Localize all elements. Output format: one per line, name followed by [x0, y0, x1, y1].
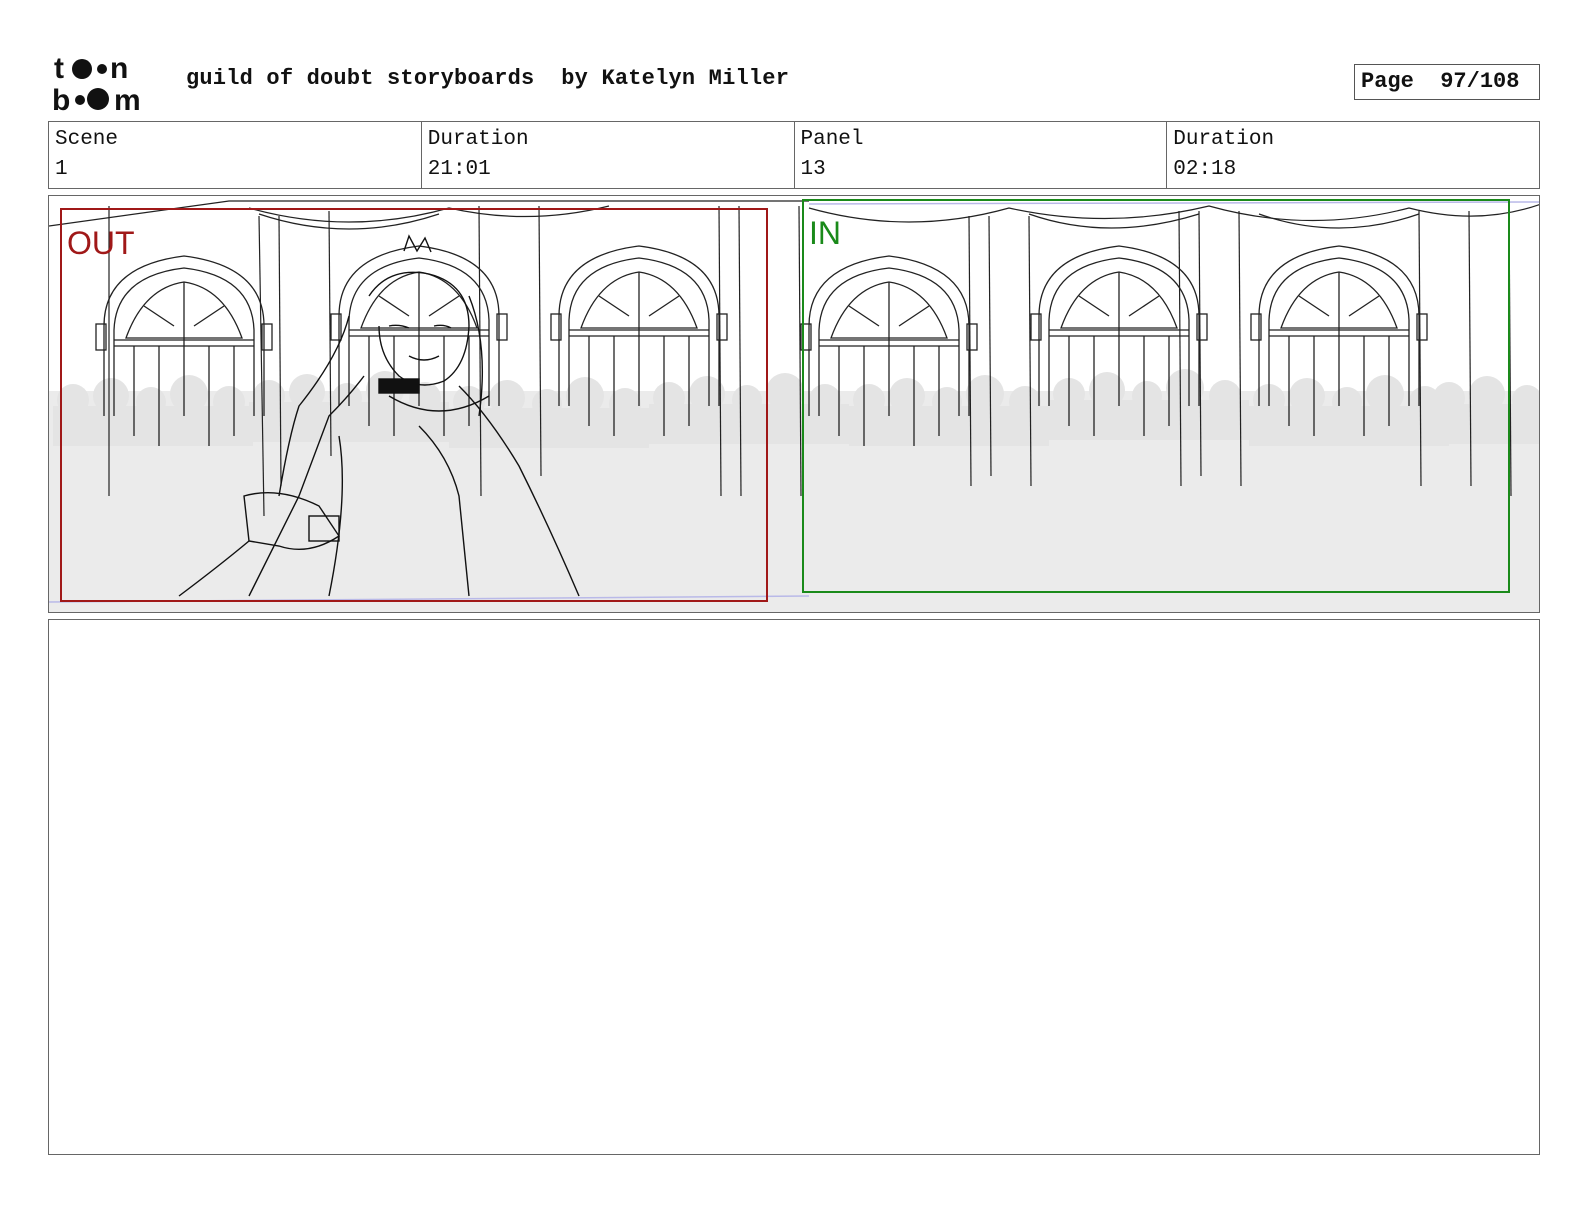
- panel-notes-box: [48, 619, 1540, 1155]
- scene-value: 1: [55, 158, 68, 181]
- scene-duration-label: Duration: [427, 128, 529, 151]
- svg-text:m: m: [114, 84, 141, 114]
- svg-text:n: n: [110, 52, 128, 85]
- svg-text:t: t: [54, 52, 64, 85]
- panel-value: 13: [800, 158, 826, 181]
- scene-duration-value: 21:01: [427, 158, 491, 181]
- document-title: guild of doubt storyboards by Katelyn Mi…: [186, 66, 790, 91]
- in-frame-label: IN: [809, 215, 841, 251]
- scene-info-table: Scene 1 Duration 21:01 Panel 13 Duration…: [48, 121, 1540, 189]
- scene-cell: Scene 1: [49, 122, 421, 188]
- svg-text:b: b: [52, 84, 70, 114]
- out-frame-label: OUT: [67, 225, 135, 261]
- panel-duration-label: Duration: [1173, 128, 1275, 151]
- panel-sketch: OUT IN: [49, 199, 1539, 612]
- panel-cell: Panel 13: [793, 122, 1167, 188]
- page-number: Page 97/108: [1354, 64, 1540, 100]
- scene-label: Scene: [55, 128, 119, 151]
- panel-label: Panel: [800, 128, 864, 151]
- panel-duration-cell: Duration 02:18: [1166, 122, 1539, 188]
- panel-duration-value: 02:18: [1173, 158, 1237, 181]
- scene-duration-cell: Duration 21:01: [420, 122, 794, 188]
- toonboom-logo: t n b m: [52, 52, 141, 114]
- storyboard-panel: OUT IN: [48, 195, 1540, 613]
